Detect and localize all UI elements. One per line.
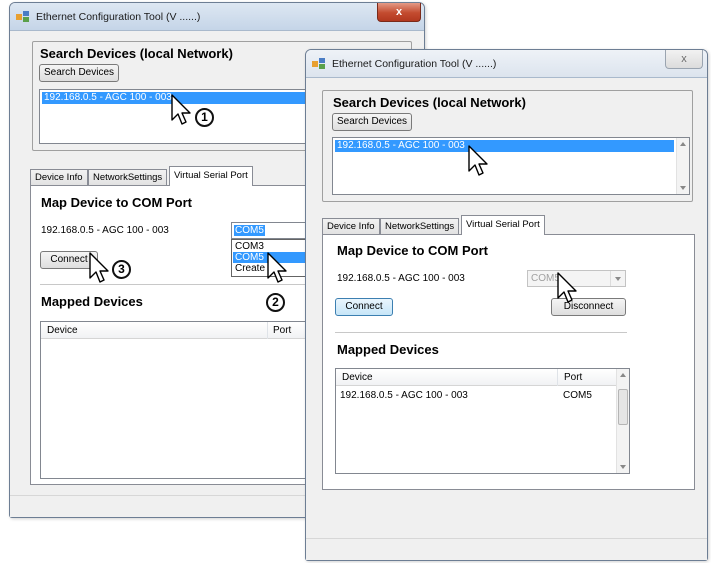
- device-label: 192.168.0.5 - AGC 100 - 003: [337, 273, 465, 284]
- mouse-cursor-icon: [171, 94, 191, 125]
- search-heading: Search Devices (local Network): [40, 46, 233, 61]
- chevron-down-icon[interactable]: [610, 271, 625, 286]
- app-icon: [312, 58, 325, 69]
- com-port-value: COM5: [234, 225, 265, 236]
- window-title: Ethernet Configuration Tool (V ......): [36, 11, 201, 23]
- divider: [335, 332, 627, 334]
- scroll-up-icon[interactable]: [680, 142, 686, 146]
- device-listbox[interactable]: 192.168.0.5 - AGC 100 - 003: [332, 137, 690, 195]
- mapped-heading: Mapped Devices: [337, 342, 439, 357]
- status-bar: [306, 538, 707, 560]
- close-button[interactable]: x: [665, 50, 703, 69]
- connect-button[interactable]: Connect: [335, 298, 393, 316]
- mouse-cursor-icon: [557, 272, 577, 303]
- search-group: Search Devices (local Network) Search De…: [322, 90, 693, 202]
- divider: [40, 284, 340, 286]
- tab-virtual-serial-port[interactable]: Virtual Serial Port: [461, 215, 545, 235]
- step-callout-3: 3: [112, 260, 131, 279]
- close-icon: x: [681, 53, 687, 65]
- column-divider: [557, 369, 558, 386]
- map-heading: Map Device to COM Port: [337, 243, 488, 258]
- front-window: Ethernet Configuration Tool (V ......) x…: [305, 49, 708, 561]
- mouse-cursor-icon: [468, 145, 488, 176]
- mouse-cursor-icon: [89, 252, 109, 283]
- device-label: 192.168.0.5 - AGC 100 - 003: [41, 225, 169, 236]
- search-heading: Search Devices (local Network): [333, 95, 526, 110]
- map-heading: Map Device to COM Port: [41, 195, 192, 210]
- virtual-serial-port-page: Map Device to COM Port 192.168.0.5 - AGC…: [322, 234, 695, 490]
- mapped-heading: Mapped Devices: [41, 294, 143, 309]
- step-callout-1: 1: [195, 108, 214, 127]
- front-title-bar[interactable]: Ethernet Configuration Tool (V ......) x: [306, 50, 707, 78]
- column-port[interactable]: Port: [273, 325, 291, 336]
- mapped-devices-list[interactable]: Device Port 192.168.0.5 - AGC 100 - 003 …: [335, 368, 630, 474]
- search-devices-button[interactable]: Search Devices: [39, 64, 119, 82]
- tab-device-info[interactable]: Device Info: [322, 218, 380, 235]
- tab-virtual-serial-port[interactable]: Virtual Serial Port: [169, 166, 253, 186]
- window-title: Ethernet Configuration Tool (V ......): [332, 58, 497, 70]
- tab-strip: Device Info NetworkSettings Virtual Seri…: [322, 215, 695, 235]
- scroll-down-icon[interactable]: [620, 465, 626, 469]
- search-devices-button[interactable]: Search Devices: [332, 113, 412, 131]
- column-port[interactable]: Port: [564, 372, 582, 383]
- tab-network-settings[interactable]: NetworkSettings: [88, 169, 168, 186]
- tab-network-settings[interactable]: NetworkSettings: [380, 218, 460, 235]
- table-row-device[interactable]: 192.168.0.5 - AGC 100 - 003: [340, 390, 468, 401]
- list-item[interactable]: 192.168.0.5 - AGC 100 - 003: [335, 140, 674, 152]
- scroll-thumb[interactable]: [618, 389, 628, 425]
- app-icon: [16, 11, 29, 22]
- back-title-bar[interactable]: Ethernet Configuration Tool (V ......) x: [10, 3, 424, 31]
- scrollbar[interactable]: [616, 369, 629, 473]
- mouse-cursor-icon: [267, 252, 287, 283]
- table-row-port[interactable]: COM5: [563, 390, 592, 401]
- close-icon: x: [395, 6, 403, 18]
- scroll-down-icon[interactable]: [680, 186, 686, 190]
- step-callout-2: 2: [266, 293, 285, 312]
- tab-device-info[interactable]: Device Info: [30, 169, 88, 186]
- scroll-up-icon[interactable]: [620, 373, 626, 377]
- column-device[interactable]: Device: [47, 325, 78, 336]
- column-device[interactable]: Device: [342, 372, 373, 383]
- close-button[interactable]: x: [377, 3, 421, 22]
- column-divider: [267, 322, 268, 339]
- list-header: Device Port: [336, 369, 616, 386]
- scrollbar[interactable]: [676, 138, 689, 194]
